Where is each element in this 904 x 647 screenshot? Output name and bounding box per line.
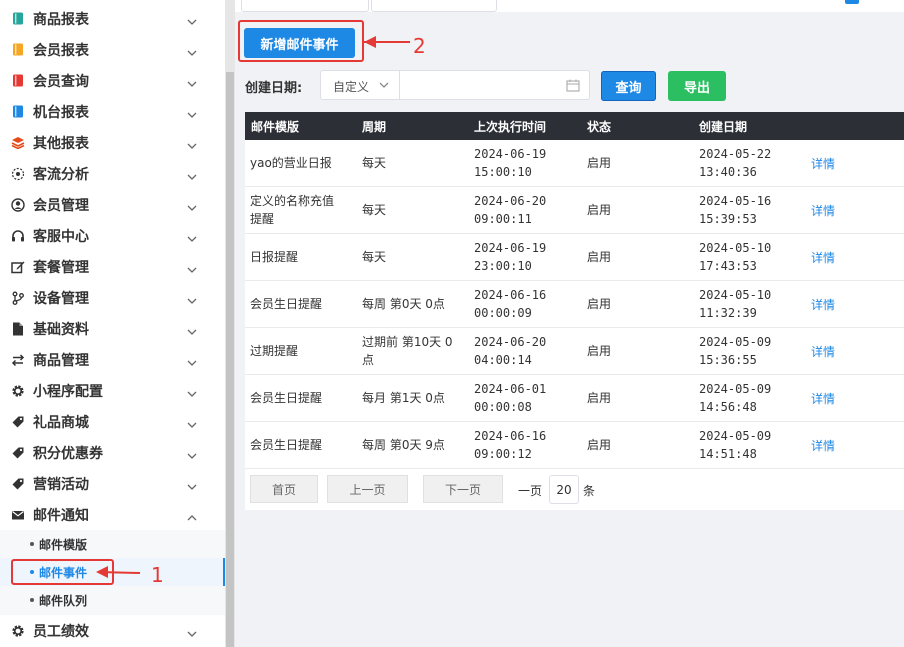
annotation-arrows bbox=[96, 36, 410, 578]
annotation-number-2: 2 bbox=[413, 34, 426, 58]
annotation-number-1: 1 bbox=[151, 563, 164, 587]
